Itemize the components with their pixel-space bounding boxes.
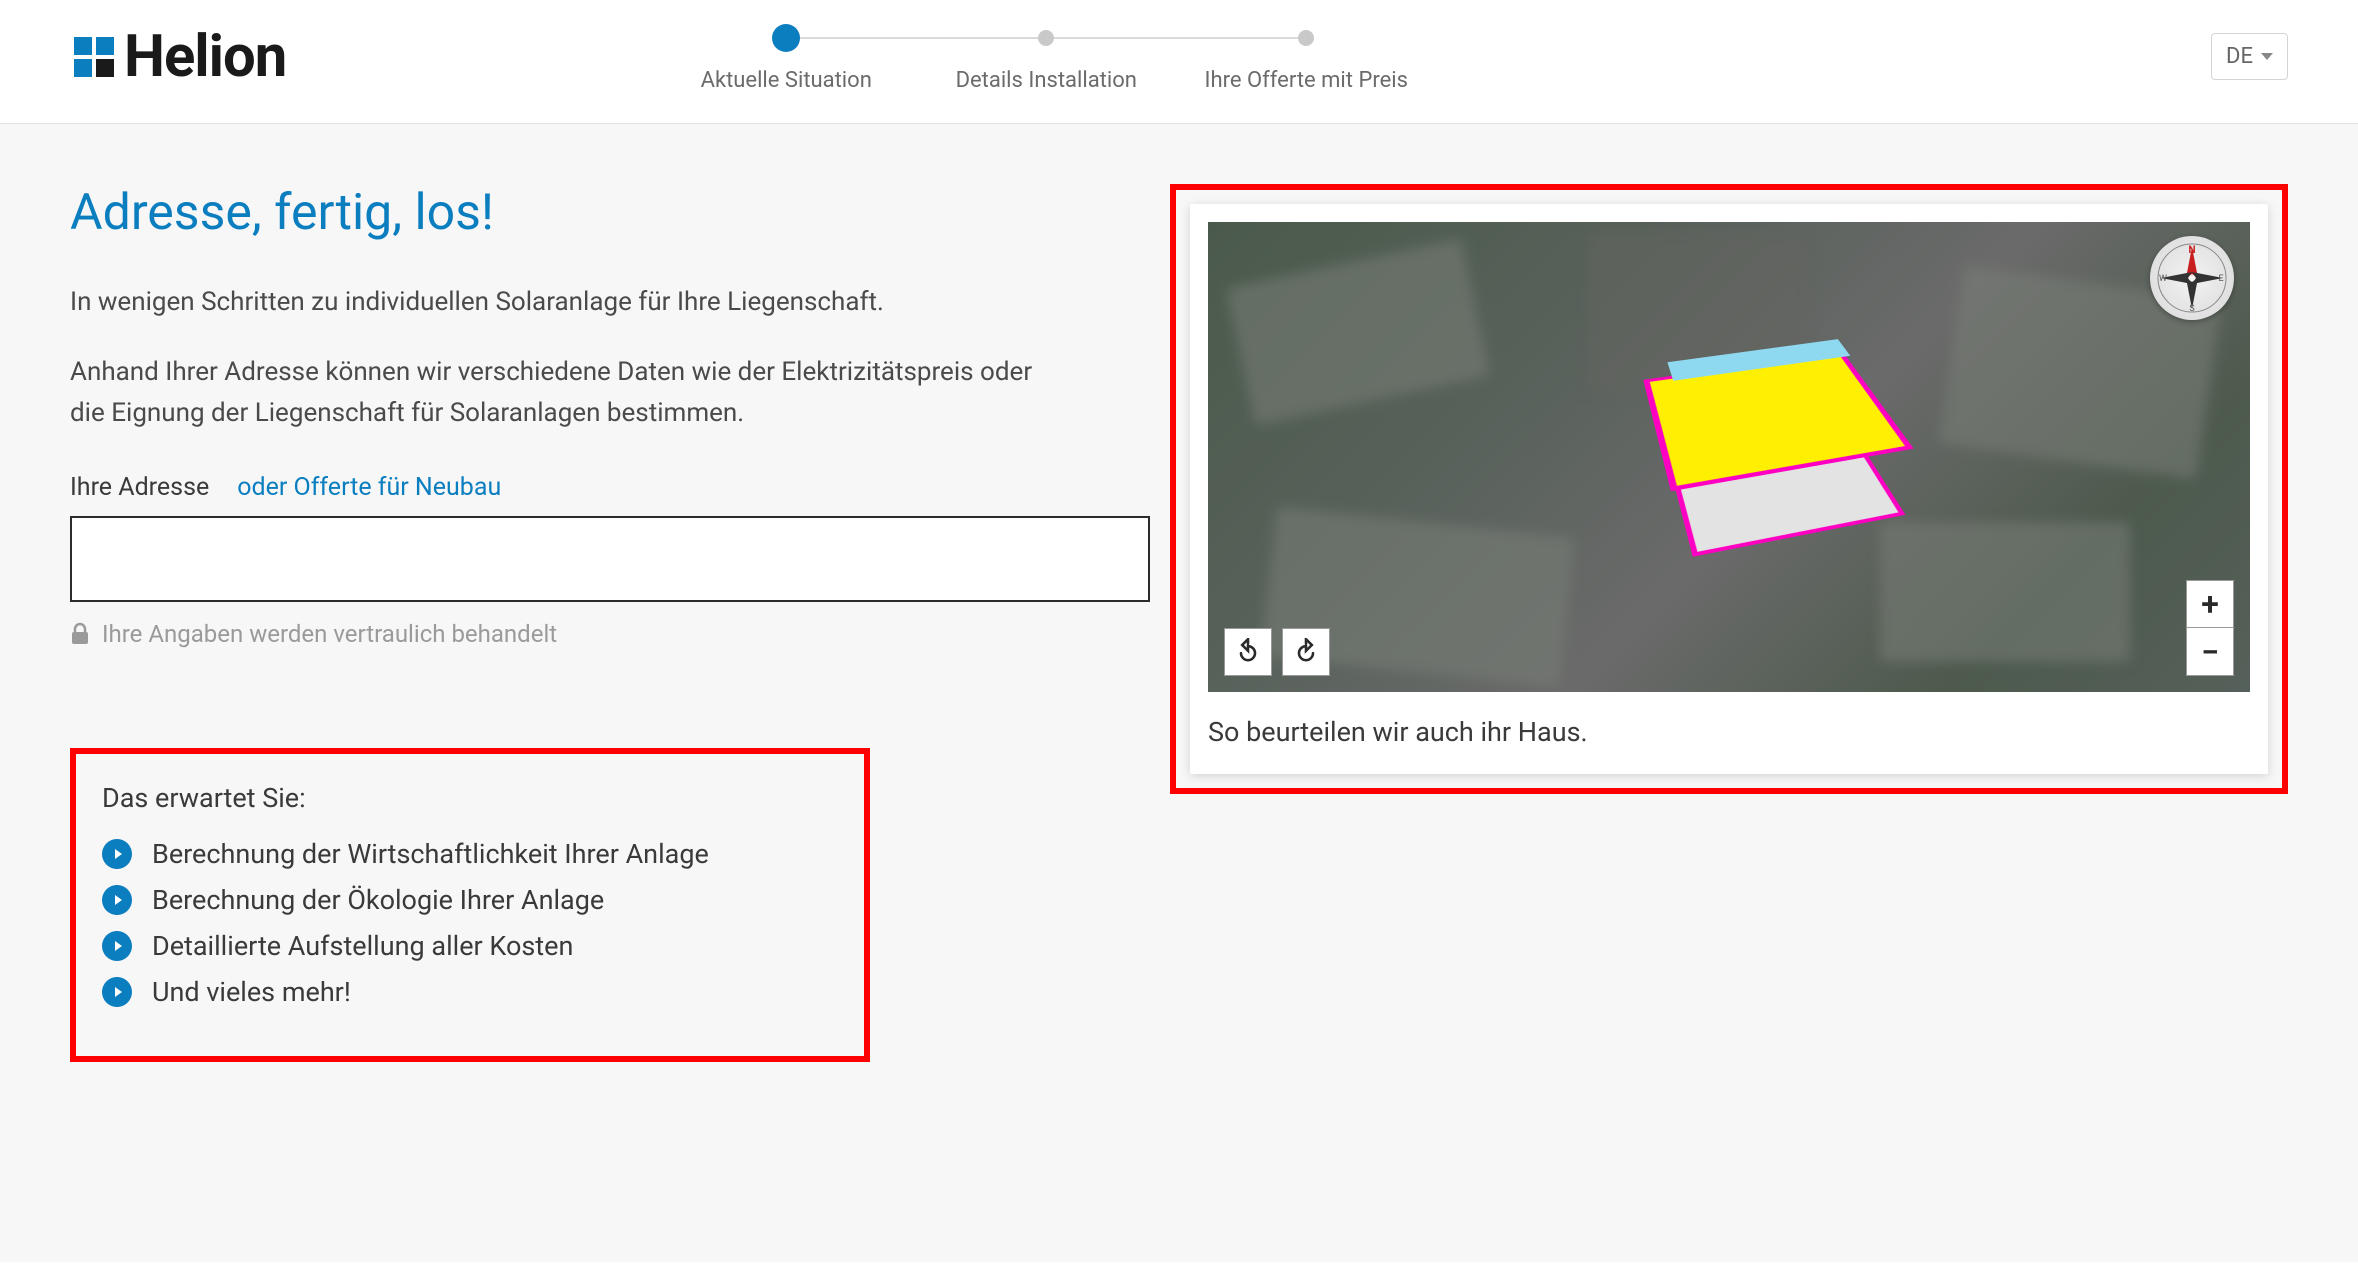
list-item: Detaillierte Aufstellung aller Kosten xyxy=(102,930,830,962)
map-card: N E S W xyxy=(1190,204,2268,774)
chevron-right-icon xyxy=(102,977,132,1007)
step-details-installation[interactable]: Details Installation xyxy=(916,30,1176,93)
logo-text: Helion xyxy=(124,23,286,91)
sub-text: Anhand Ihrer Adresse können wir verschie… xyxy=(70,352,1050,433)
header: Helion Aktuelle Situation Details Instal… xyxy=(0,0,2358,124)
form-column: Adresse, fertig, los! In wenigen Schritt… xyxy=(70,184,1170,1262)
step-label: Details Installation xyxy=(956,68,1137,93)
logo-icon xyxy=(70,33,118,81)
map-caption: So beurteilen wir auch ihr Haus. xyxy=(1208,716,2250,748)
svg-text:E: E xyxy=(2218,274,2223,284)
rotate-right-button[interactable] xyxy=(1282,628,1330,676)
map-highlight-frame: N E S W xyxy=(1170,184,2288,794)
expect-item-text: Berechnung der Wirtschaftlichkeit Ihrer … xyxy=(152,838,709,870)
language-code: DE xyxy=(2226,44,2253,69)
chevron-right-icon xyxy=(102,839,132,869)
step-label: Aktuelle Situation xyxy=(701,68,872,93)
chevron-down-icon xyxy=(2261,53,2273,60)
privacy-note: Ihre Angaben werden vertraulich behandel… xyxy=(70,620,1110,648)
preview-column: N E S W xyxy=(1170,184,2288,1262)
step-label: Ihre Offerte mit Preis xyxy=(1205,68,1408,93)
zoom-in-button[interactable]: + xyxy=(2186,580,2234,628)
plus-icon: + xyxy=(2201,588,2219,620)
svg-text:W: W xyxy=(2159,274,2167,284)
svg-text:S: S xyxy=(2189,304,2194,314)
step-dot-icon xyxy=(1038,30,1054,46)
expect-item-text: Und vieles mehr! xyxy=(152,976,351,1008)
minus-icon: − xyxy=(2201,636,2219,668)
expect-item-text: Detaillierte Aufstellung aller Kosten xyxy=(152,930,573,962)
svg-text:N: N xyxy=(2188,245,2195,256)
privacy-text: Ihre Angaben werden vertraulich behandel… xyxy=(102,620,557,648)
step-dot-icon xyxy=(1298,30,1314,46)
main-content: Adresse, fertig, los! In wenigen Schritt… xyxy=(0,124,2358,1262)
expect-item-text: Berechnung der Ökologie Ihrer Anlage xyxy=(152,884,604,916)
rotate-left-button[interactable] xyxy=(1224,628,1272,676)
progress-stepper: Aktuelle Situation Details Installation … xyxy=(656,30,1436,93)
zoom-out-button[interactable]: − xyxy=(2186,628,2234,676)
rotate-right-icon xyxy=(1292,638,1320,666)
address-label: Ihre Adresse xyxy=(70,473,209,502)
expect-list: Berechnung der Wirtschaftlichkeit Ihrer … xyxy=(102,838,830,1008)
list-item: Und vieles mehr! xyxy=(102,976,830,1008)
compass-icon[interactable]: N E S W xyxy=(2150,236,2234,320)
step-offer-price[interactable]: Ihre Offerte mit Preis xyxy=(1176,30,1436,93)
list-item: Berechnung der Ökologie Ihrer Anlage xyxy=(102,884,830,916)
page-title: Adresse, fertig, los! xyxy=(70,184,1110,242)
logo[interactable]: Helion xyxy=(70,23,286,91)
rotate-left-icon xyxy=(1234,638,1262,666)
list-item: Berechnung der Wirtschaftlichkeit Ihrer … xyxy=(102,838,830,870)
language-selector[interactable]: DE xyxy=(2211,33,2288,80)
lock-icon xyxy=(70,622,90,646)
chevron-right-icon xyxy=(102,931,132,961)
step-dot-icon xyxy=(772,24,800,52)
expect-title: Das erwartet Sie: xyxy=(102,782,830,814)
aerial-3d-view[interactable]: N E S W xyxy=(1208,222,2250,692)
step-current-situation[interactable]: Aktuelle Situation xyxy=(656,30,916,93)
lead-text: In wenigen Schritten zu individuellen So… xyxy=(70,282,1110,322)
chevron-right-icon xyxy=(102,885,132,915)
address-input[interactable] xyxy=(70,516,1150,602)
address-label-row: Ihre Adresse oder Offerte für Neubau xyxy=(70,473,1110,502)
zoom-controls: + − xyxy=(2186,580,2234,676)
rotate-controls xyxy=(1224,628,1330,676)
expect-box: Das erwartet Sie: Berechnung der Wirtsch… xyxy=(70,748,870,1062)
neubau-link[interactable]: oder Offerte für Neubau xyxy=(237,473,501,502)
